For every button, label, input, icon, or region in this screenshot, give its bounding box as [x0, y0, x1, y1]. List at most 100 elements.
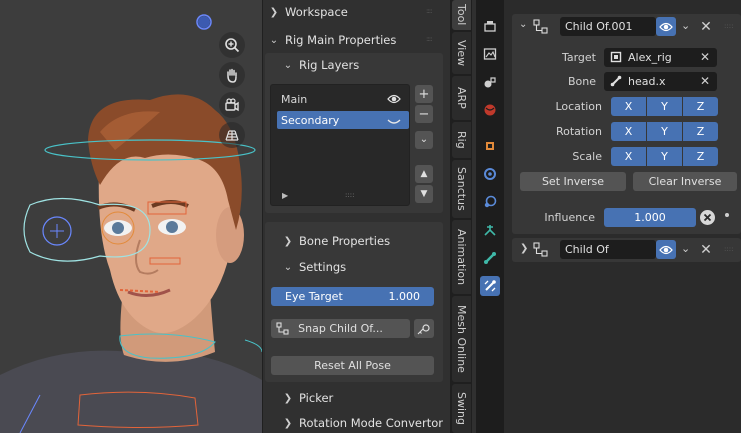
drag-grip-icon[interactable]: ::::	[426, 7, 436, 15]
scale-y-toggle[interactable]: Y	[647, 147, 682, 166]
tab-swing[interactable]: Swing	[452, 384, 471, 433]
rotation-y-toggle[interactable]: Y	[647, 122, 682, 141]
bone-field[interactable]: head.x ✕	[604, 72, 717, 91]
chevron-down-icon: ⌄	[283, 59, 293, 71]
physics-properties-icon[interactable]	[480, 192, 500, 212]
eye-closed-icon[interactable]	[387, 116, 401, 129]
tab-sanctus[interactable]: Sanctus	[452, 160, 471, 218]
rig-layers-header[interactable]: ⌄ Rig Layers	[283, 54, 463, 76]
constraint-name-field[interactable]: Child Of	[560, 240, 656, 259]
bone-constraint-icon[interactable]	[480, 276, 500, 296]
chevron-right-icon[interactable]: ❯	[520, 243, 528, 254]
tab-animation[interactable]: Animation	[452, 220, 471, 294]
child-of-constraint-icon	[533, 19, 549, 37]
constraint-icon	[276, 322, 290, 338]
move-layer-up-button[interactable]: ▲	[415, 165, 433, 183]
constraint-visibility-toggle[interactable]	[656, 17, 676, 36]
eye-target-label: Eye Target	[285, 290, 343, 303]
tab-arp[interactable]: ARP	[452, 76, 471, 120]
rotation-z-toggle[interactable]: Z	[683, 122, 718, 141]
rig-main-properties-header[interactable]: ⌄ Rig Main Properties	[269, 29, 449, 51]
output-image-icon[interactable]	[480, 44, 500, 64]
sidebar-tab-bar: Tool View ARP Rig Sanctus Animation Mesh…	[450, 0, 472, 433]
keyframe-dot-icon[interactable]	[725, 213, 729, 217]
target-value: Alex_rig	[628, 51, 672, 64]
render-properties-icon[interactable]	[480, 16, 500, 36]
bone-label: Bone	[567, 75, 596, 88]
constraint-menu-chevron-icon[interactable]: ⌄	[681, 19, 690, 32]
3d-viewport[interactable]	[0, 0, 262, 433]
pan-hand-icon[interactable]	[219, 62, 245, 88]
delete-constraint-icon[interactable]: ✕	[699, 20, 713, 34]
constraint-name-field[interactable]: Child Of.001	[560, 17, 656, 36]
workspace-panel-header[interactable]: ❯ Workspace	[269, 1, 449, 23]
layer-label: Main	[281, 92, 308, 106]
rotation-x-toggle[interactable]: X	[611, 122, 646, 141]
scene-properties-icon[interactable]	[480, 72, 500, 92]
properties-tabs	[476, 0, 504, 433]
drag-grip-icon[interactable]: ::::	[426, 35, 436, 43]
reset-all-pose-button[interactable]: Reset All Pose	[271, 356, 434, 375]
chevron-right-icon: ❯	[269, 6, 279, 18]
layer-menu-dropdown[interactable]: ⌄	[415, 131, 433, 149]
delete-constraint-icon[interactable]: ✕	[699, 243, 713, 257]
eye-visibility-icon[interactable]	[387, 93, 401, 108]
play-triangle-icon[interactable]: ▶	[282, 191, 288, 200]
clear-target-icon[interactable]: ✕	[698, 50, 712, 64]
bone-value: head.x	[628, 75, 666, 88]
rotation-mode-convertor-header[interactable]: ❯ Rotation Mode Convertor	[283, 412, 463, 433]
eye-target-value: 1.000	[388, 290, 421, 303]
tab-view[interactable]: View	[452, 32, 471, 74]
bone-properties-header[interactable]: ❯ Bone Properties	[283, 230, 463, 252]
drag-grip-icon[interactable]: ::::	[724, 245, 733, 253]
eye-icon	[659, 245, 673, 254]
grid-perspective-icon[interactable]	[219, 122, 245, 148]
snap-child-of-options-button[interactable]	[414, 319, 434, 338]
tab-tool[interactable]: Tool	[452, 0, 471, 30]
workspace-label: Workspace	[285, 5, 348, 19]
influence-value: 1.000	[634, 211, 666, 224]
child-of-constraint-icon	[533, 242, 549, 260]
tab-mesh-online[interactable]: Mesh Online	[452, 296, 471, 382]
snap-child-of-button[interactable]: Snap Child Of...	[271, 319, 410, 338]
location-y-toggle[interactable]: Y	[647, 97, 682, 116]
camera-view-icon[interactable]	[219, 92, 245, 118]
object-properties-icon[interactable]	[480, 136, 500, 156]
settings-header[interactable]: ⌄ Settings	[283, 256, 463, 278]
rotation-label: Rotation	[555, 125, 602, 138]
location-x-toggle[interactable]: X	[611, 97, 646, 116]
object-constraint-icon[interactable]	[480, 220, 500, 240]
constraint-menu-chevron-icon[interactable]: ⌄	[681, 242, 690, 255]
scale-z-toggle[interactable]: Z	[683, 147, 718, 166]
target-field[interactable]: Alex_rig ✕	[604, 48, 717, 67]
world-properties-icon[interactable]	[480, 100, 500, 120]
resize-grip-icon[interactable]: ::::	[345, 191, 354, 199]
set-inverse-button[interactable]: Set Inverse	[520, 172, 626, 191]
constraint-visibility-toggle[interactable]	[656, 240, 676, 259]
scale-x-toggle[interactable]: X	[611, 147, 646, 166]
remove-layer-button[interactable]: −	[415, 105, 433, 123]
chevron-right-icon: ❯	[283, 392, 293, 404]
clear-inverse-button[interactable]: Clear Inverse	[633, 172, 737, 191]
target-label: Target	[561, 51, 596, 64]
picker-header[interactable]: ❯ Picker	[283, 387, 463, 409]
drag-grip-icon[interactable]: ::::	[724, 22, 733, 30]
chevron-right-icon: ❯	[283, 417, 293, 429]
zoom-icon[interactable]	[219, 32, 245, 58]
tab-rig[interactable]: Rig	[452, 122, 471, 158]
constraint-name: Child Of	[565, 243, 609, 256]
rig-layers-list[interactable]: Main Secondary ▶ ::::	[270, 84, 410, 206]
chevron-down-icon[interactable]: ⌄	[519, 19, 527, 30]
move-layer-down-button[interactable]: ▼	[415, 185, 433, 203]
clear-bone-icon[interactable]: ✕	[698, 74, 712, 88]
scale-label: Scale	[572, 150, 602, 163]
location-z-toggle[interactable]: Z	[683, 97, 718, 116]
armature-object-icon	[610, 51, 622, 66]
eye-target-slider[interactable]: Eye Target 1.000	[271, 287, 434, 306]
bone-icon	[610, 75, 622, 90]
disable-keep-transform-icon[interactable]	[699, 209, 716, 229]
add-layer-button[interactable]: +	[415, 85, 433, 103]
modifier-properties-icon[interactable]	[480, 164, 500, 184]
bone-data-icon[interactable]	[480, 248, 500, 268]
influence-slider[interactable]: 1.000	[604, 208, 696, 227]
